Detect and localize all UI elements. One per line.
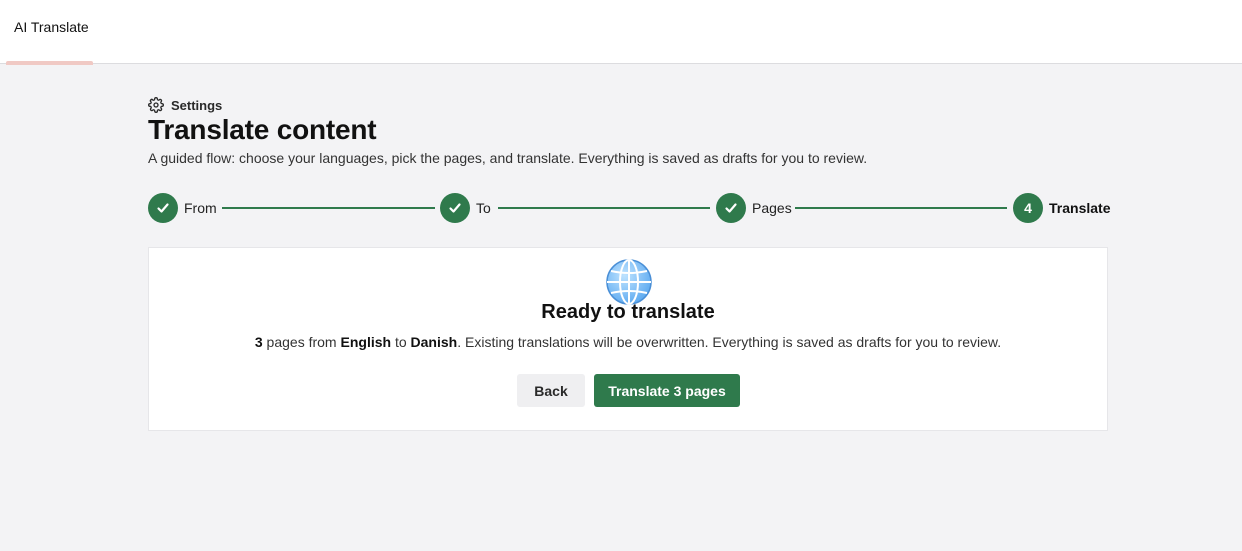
target-language: Danish xyxy=(410,334,458,350)
globe-icon xyxy=(604,257,654,307)
ready-card: Ready to translate 3 pages from English … xyxy=(148,247,1108,431)
card-description: 3 pages from English to Danish. Existing… xyxy=(254,334,1002,350)
step-label: From xyxy=(184,200,217,216)
step-from[interactable]: From xyxy=(148,192,217,224)
tab-label: AI Translate xyxy=(14,19,89,35)
step-translate: 4 Translate xyxy=(1013,192,1110,224)
step-number: 4 xyxy=(1013,193,1043,223)
page-subtitle: A guided flow: choose your languages, pi… xyxy=(148,150,868,166)
source-language: English xyxy=(340,334,392,350)
step-label: Pages xyxy=(752,200,792,216)
page-title: Translate content xyxy=(148,114,377,145)
breadcrumb-settings: Settings xyxy=(171,97,223,113)
step-label: To xyxy=(476,200,491,216)
step-connector xyxy=(222,207,435,209)
stepper: From To Pages 4 Translate xyxy=(148,192,1110,224)
step-to[interactable]: To xyxy=(440,192,491,224)
step-connector xyxy=(795,207,1007,209)
check-icon xyxy=(440,193,470,223)
back-button[interactable]: Back xyxy=(517,374,585,407)
step-connector xyxy=(498,207,710,209)
active-tab-indicator xyxy=(6,61,93,65)
step-pages[interactable]: Pages xyxy=(716,192,792,224)
breadcrumb[interactable]: Settings xyxy=(148,96,222,114)
card-title: Ready to translate xyxy=(541,301,715,323)
step-label: Translate xyxy=(1049,200,1111,216)
translate-button[interactable]: Translate 3 pages xyxy=(594,374,740,407)
gear-icon xyxy=(148,97,164,113)
page-count: 3 xyxy=(254,334,263,350)
tab-ai-translate[interactable]: AI Translate xyxy=(6,0,93,65)
top-bar: AI Translate xyxy=(0,0,1242,65)
check-icon xyxy=(148,193,178,223)
check-icon xyxy=(716,193,746,223)
